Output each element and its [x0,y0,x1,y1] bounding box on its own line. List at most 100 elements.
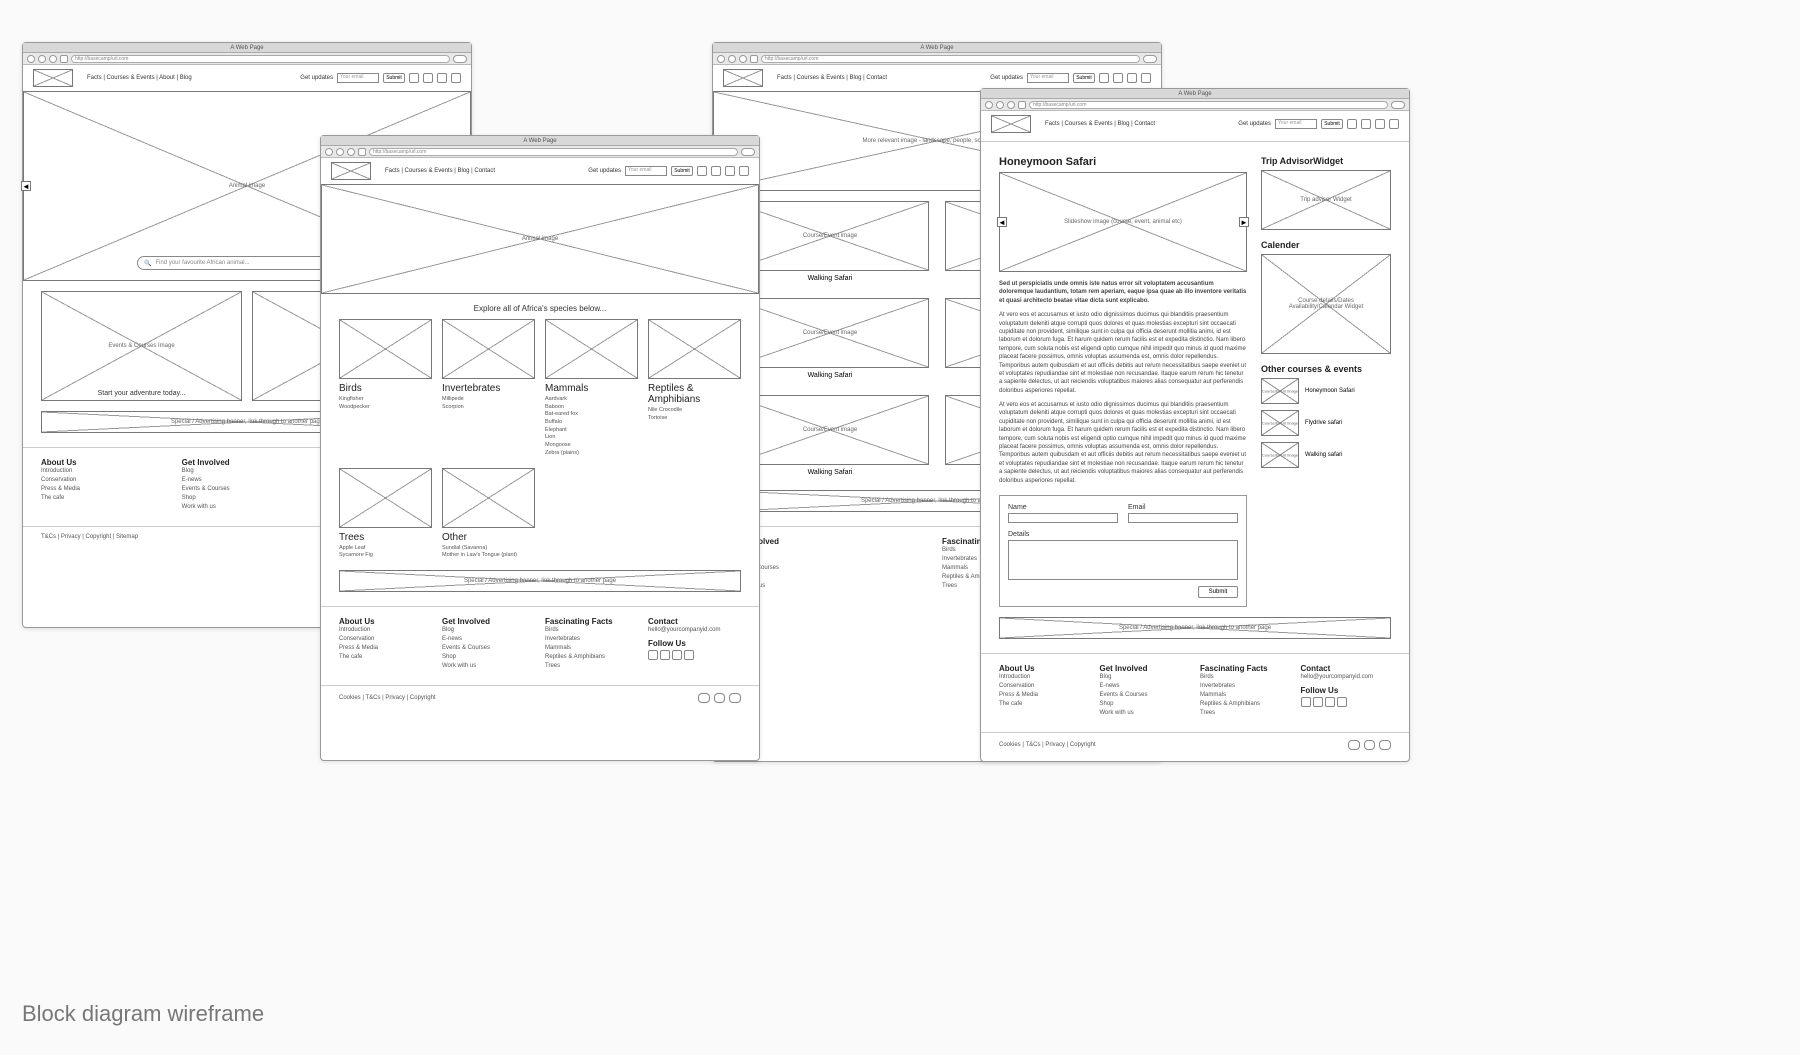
submit-button[interactable]: Submit [671,166,693,176]
next-arrow-icon[interactable]: ► [1239,217,1249,227]
social-icon[interactable] [672,650,682,660]
footer-pill[interactable] [1364,740,1376,750]
course-card[interactable]: Course/Event image Walking Safari [731,298,929,383]
main-nav[interactable]: Facts | Courses & Events | Blog | Contac… [777,75,887,81]
search-pill-icon[interactable] [453,55,467,63]
logo-placeholder[interactable] [331,162,371,180]
social-icon[interactable] [423,73,433,83]
social-icon[interactable] [660,650,670,660]
social-icon[interactable] [1141,73,1151,83]
footer-pill[interactable] [698,693,710,703]
legal-links[interactable]: T&Cs | Privacy | Copyright | Sitemap [41,534,138,540]
main-nav[interactable]: Facts | Courses & Events | About | Blog [87,75,192,81]
social-icon[interactable] [1337,697,1347,707]
ad-banner[interactable]: Special / Advertising banner, link throu… [999,617,1391,639]
course-card[interactable]: Course/Event image Walking Safari [731,395,929,480]
footer-link[interactable]: Introduction [339,626,432,635]
footer-link[interactable]: Conservation [41,476,172,485]
footer-pill[interactable] [1379,740,1391,750]
footer-link[interactable]: Shop [1100,700,1191,709]
footer-link[interactable]: Blog [442,626,535,635]
footer-link[interactable]: E-news [1100,682,1191,691]
url-field[interactable]: http://basecamp/url.com [369,148,738,156]
footer-link[interactable]: The cafe [999,700,1090,709]
social-icon[interactable] [437,73,447,83]
prev-arrow-icon[interactable]: ◄ [21,181,31,191]
footer-link[interactable]: Invertebrates [1200,682,1291,691]
social-icon[interactable] [697,166,707,176]
species-card-trees[interactable]: Trees Apple LeafSycamore Fig [339,468,432,560]
nav-fwd-icon[interactable] [38,55,46,63]
footer-link[interactable]: Press & Media [41,485,172,494]
footer-link[interactable]: Reptiles & Amphibians [545,653,638,662]
related-item[interactable]: Course/Event image Honeymoon Safari [1261,378,1391,404]
footer-link[interactable]: hello@yourcompanyid.com [1301,673,1392,682]
footer-link[interactable]: Work with us [731,582,932,591]
footer-link[interactable]: Mammals [1200,691,1291,700]
species-card-birds[interactable]: Birds KingfisherWoodpecker [339,319,432,458]
nav-back-icon[interactable] [985,101,993,109]
social-icon[interactable] [648,650,658,660]
reload-icon[interactable] [750,55,758,63]
footer-link[interactable]: Work with us [1100,709,1191,718]
prev-arrow-icon[interactable]: ◄ [997,217,1007,227]
footer-link[interactable]: E-news [442,635,535,644]
stop-icon[interactable] [739,55,747,63]
legal-links[interactable]: Cookies | T&Cs | Privacy | Copyright [999,742,1096,748]
footer-link[interactable]: Events & Courses [731,564,932,573]
footer-link[interactable]: Reptiles & Amphibians [1200,700,1291,709]
social-icon[interactable] [451,73,461,83]
nav-fwd-icon[interactable] [728,55,736,63]
footer-pill[interactable] [1348,740,1360,750]
trip-advisor-widget[interactable]: Trip advisor Widget [1261,170,1391,230]
footer-link[interactable]: Shop [182,494,313,503]
logo-placeholder[interactable] [991,115,1031,133]
social-icon[interactable] [1389,119,1399,129]
footer-link[interactable]: Press & Media [999,691,1090,700]
species-card-reptiles[interactable]: Reptiles & Amphibians Nile CrocodileTort… [648,319,741,458]
social-icon[interactable] [684,650,694,660]
footer-link[interactable]: Trees [1200,709,1291,718]
footer-link[interactable]: Shop [442,653,535,662]
footer-link[interactable]: Invertebrates [545,635,638,644]
input-name[interactable] [1008,513,1118,523]
social-icon[interactable] [1325,697,1335,707]
reload-icon[interactable] [358,148,366,156]
species-card-other[interactable]: Other Sundial (Savanna)Mother in Law's T… [442,468,535,560]
social-icon[interactable] [725,166,735,176]
footer-link[interactable]: Shop [731,573,932,582]
social-icon[interactable] [409,73,419,83]
email-input[interactable]: Your email [1027,73,1069,83]
footer-link[interactable]: hello@yourcompanyid.com [648,626,741,635]
form-submit-button[interactable]: Submit [1198,586,1238,598]
footer-link[interactable]: Trees [545,662,638,671]
url-field[interactable]: http://basecamp/url.com [71,55,450,63]
logo-placeholder[interactable] [33,69,73,87]
social-icon[interactable] [1313,697,1323,707]
species-card-mammals[interactable]: Mammals AardvarkBaboon Bat-eared foxBuff… [545,319,638,458]
species-card-inverts[interactable]: Invertebrates MillipedeScorpion [442,319,535,458]
search-pill-icon[interactable] [1391,101,1405,109]
footer-link[interactable]: Blog [182,467,313,476]
reload-icon[interactable] [60,55,68,63]
footer-link[interactable]: Events & Courses [442,644,535,653]
social-icon[interactable] [1361,119,1371,129]
submit-button[interactable]: Submit [1321,119,1343,129]
logo-placeholder[interactable] [723,69,763,87]
social-icon[interactable] [711,166,721,176]
related-item[interactable]: Course/Event image Walking safari [1261,442,1391,468]
footer-link[interactable]: Conservation [339,635,432,644]
footer-link[interactable]: Birds [1200,673,1291,682]
footer-pill[interactable] [714,693,726,703]
main-nav[interactable]: Facts | Courses & Events | Blog | Contac… [385,168,495,174]
footer-link[interactable]: The cafe [41,494,172,503]
textarea-details[interactable] [1008,540,1238,580]
nav-back-icon[interactable] [325,148,333,156]
social-icon[interactable] [1301,697,1311,707]
nav-fwd-icon[interactable] [336,148,344,156]
social-icon[interactable] [739,166,749,176]
footer-pill[interactable] [729,693,741,703]
input-email[interactable] [1128,513,1238,523]
course-card[interactable]: Course/Event image Walking Safari [731,201,929,286]
stop-icon[interactable] [49,55,57,63]
